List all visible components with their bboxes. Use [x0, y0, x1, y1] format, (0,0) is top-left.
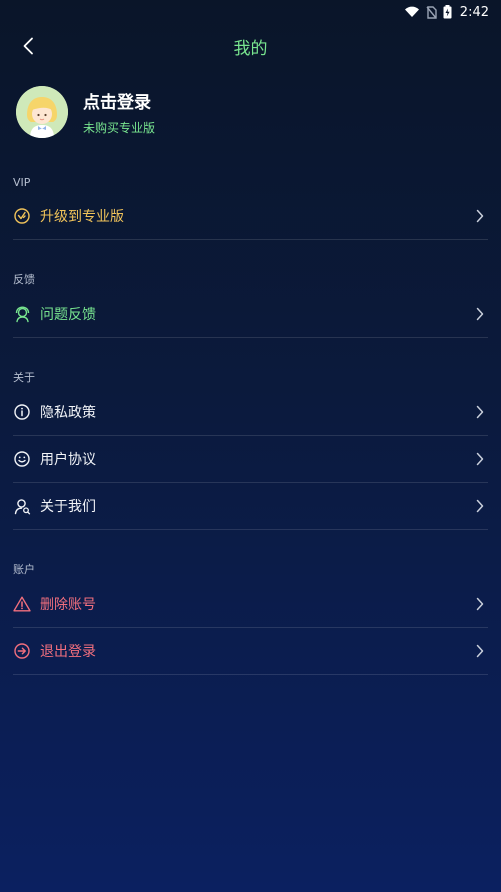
menu-label-agreement: 用户协议: [40, 452, 96, 468]
menu-item-feedback[interactable]: 问题反馈: [13, 291, 488, 338]
chevron-right-icon: [474, 208, 486, 224]
menu-label-feedback: 问题反馈: [40, 307, 96, 323]
menu-label-upgrade: 升级到专业版: [40, 209, 124, 225]
avatar-girl-icon: [16, 86, 68, 138]
wifi-icon: [404, 6, 419, 17]
section-label-account: 账户: [13, 563, 35, 576]
menu-item-logout[interactable]: 退出登录: [13, 628, 488, 675]
chevron-right-icon: [474, 404, 486, 420]
menu-item-agreement[interactable]: 用户协议: [13, 436, 488, 483]
support-agent-icon: [13, 305, 31, 323]
avatar[interactable]: [16, 86, 68, 138]
battery-charging-icon: [443, 5, 452, 19]
chevron-right-icon: [474, 643, 486, 659]
user-search-icon: [13, 497, 31, 515]
smiley-icon: [13, 450, 31, 468]
menu-label-delete-account: 删除账号: [40, 597, 96, 613]
menu-label-logout: 退出登录: [40, 644, 96, 660]
menu-item-upgrade[interactable]: 升级到专业版: [13, 193, 488, 240]
menu-label-about-us: 关于我们: [40, 499, 96, 515]
chevron-left-icon: [23, 37, 33, 55]
status-time: 2:42: [459, 4, 489, 20]
back-button[interactable]: [14, 32, 42, 60]
section-label-feedback: 反馈: [13, 273, 35, 286]
chevron-right-icon: [474, 498, 486, 514]
chevron-right-icon: [474, 596, 486, 612]
menu-label-privacy: 隐私政策: [40, 405, 96, 421]
chevron-right-icon: [474, 451, 486, 467]
pro-status: 未购买专业版: [83, 121, 156, 135]
chevron-right-icon: [474, 306, 486, 322]
menu-item-privacy[interactable]: 隐私政策: [13, 389, 488, 436]
status-bar: 2:42: [0, 0, 501, 24]
warning-icon: [13, 595, 31, 613]
profile-card[interactable]: 点击登录 未购买专业版: [0, 68, 501, 138]
no-sim-icon: [426, 5, 437, 19]
status-icons: [404, 5, 452, 19]
login-text[interactable]: 点击登录: [83, 88, 155, 113]
profile-text: 点击登录 未购买专业版: [83, 88, 155, 136]
pro-badge-icon: [13, 207, 31, 225]
section-label-about: 关于: [13, 371, 35, 384]
menu-item-about-us[interactable]: 关于我们: [13, 483, 488, 530]
info-icon: [13, 403, 31, 421]
page-title: 我的: [233, 38, 268, 59]
menu-item-delete-account[interactable]: 删除账号: [13, 581, 488, 628]
logout-icon: [13, 642, 31, 660]
section-label-vip: VIP: [13, 176, 31, 189]
header: 我的: [0, 24, 501, 68]
